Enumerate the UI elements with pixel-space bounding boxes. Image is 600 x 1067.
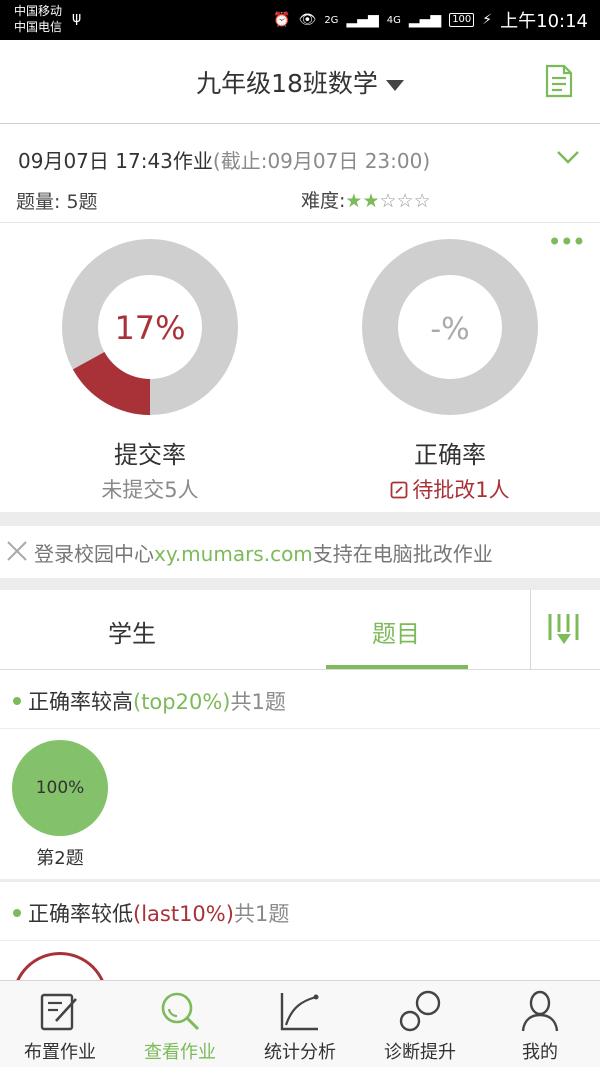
difficulty-stars: ★★☆☆☆ — [345, 190, 430, 212]
section-tag: (top20%) — [133, 690, 231, 714]
divider — [0, 578, 600, 590]
question-count: 题量: 5题 — [16, 191, 98, 213]
notice-prefix: 登录校园中心 — [34, 542, 154, 566]
accuracy-value: -% — [430, 312, 469, 347]
tab-students[interactable]: 学生 — [32, 614, 232, 649]
submit-rate-value: 17% — [114, 309, 185, 347]
star-filled-icon: ★ — [362, 190, 380, 212]
low-accuracy-header: 正确率较低(last10%)共1题 — [0, 883, 600, 941]
accuracy-label: 正确率 — [414, 441, 486, 469]
network-4g: 4G — [386, 14, 401, 26]
divider — [0, 512, 600, 526]
bullet-dot — [13, 697, 21, 705]
section-title-text: 正确率较高 — [28, 690, 133, 714]
section-count: 共1题 — [230, 690, 286, 714]
star-filled-icon: ★ — [345, 190, 363, 212]
section-title: 正确率较低(last10%)共1题 — [28, 898, 289, 928]
notice-text: 登录校园中心xy.mumars.com支持在电脑批改作业 — [34, 538, 493, 567]
divider — [0, 879, 600, 882]
edit-icon — [40, 993, 77, 1031]
tab-questions[interactable]: 题目 — [296, 614, 496, 649]
notice-suffix: 支持在电脑批改作业 — [312, 542, 493, 566]
network-2g: 2G — [324, 14, 339, 26]
status-icons: ⏰ 👁 2G ▂▄▆ 4G ▂▄▆ 100 ⚡ 上午10:14 — [273, 9, 588, 32]
section-title: 正确率较高(top20%)共1题 — [28, 686, 286, 716]
question-accuracy-circle[interactable]: 100% — [12, 740, 108, 836]
difficulty: 难度:★★☆☆☆ — [301, 186, 431, 213]
nav-label: 布置作业 — [24, 1042, 96, 1063]
nav-statistics[interactable]: 统计分析 — [240, 981, 360, 1067]
caret-down-icon — [385, 79, 404, 91]
nav-diagnose[interactable]: 诊断提升 — [360, 981, 480, 1067]
status-bar: 中国移动 中国电信 ψ ⏰ 👁 2G ▂▄▆ 4G ▂▄▆ 100 ⚡ 上午10… — [0, 0, 600, 40]
signal-icon: ▂▄▆ — [346, 12, 379, 28]
high-accuracy-header: 正确率较高(top20%)共1题 — [0, 671, 600, 729]
homework-info: 09月07日 17:43作业(截止:09月07日 23:00) 题量: 5题 难… — [0, 125, 600, 223]
difficulty-label: 难度: — [301, 190, 346, 212]
eye-icon: 👁 — [298, 12, 317, 28]
homework-datetime: 09月07日 17:43作业 — [18, 149, 213, 173]
notice-link[interactable]: xy.mumars.com — [154, 542, 313, 566]
app-header: 九年级18班数学 — [0, 40, 600, 124]
bullet-dot — [13, 909, 21, 917]
diagnose-icon — [399, 990, 441, 1032]
nav-profile[interactable]: 我的 — [480, 981, 600, 1067]
section-count: 共1题 — [233, 902, 290, 926]
edit-icon — [390, 481, 408, 499]
accuracy-donut: -% — [362, 239, 538, 415]
homework-deadline: (截止:09月07日 23:00) — [212, 149, 431, 173]
homework-time: 09月07日 17:43作业(截止:09月07日 23:00) — [18, 145, 430, 174]
star-empty-icon: ☆ — [379, 190, 397, 212]
stats-panel: ••• 17% 提交率 未提交5人 -% 正确率 待批改1人 — [0, 224, 600, 512]
pending-review[interactable]: 待批改1人 — [300, 474, 600, 504]
more-icon[interactable]: ••• — [548, 228, 586, 256]
close-icon[interactable] — [6, 540, 28, 562]
battery-icon: 100 — [449, 13, 475, 27]
nav-label: 我的 — [522, 1042, 558, 1063]
document-icon[interactable] — [544, 64, 574, 98]
sort-icon[interactable] — [545, 610, 583, 648]
nav-label: 诊断提升 — [384, 1042, 456, 1063]
unsubmitted-count[interactable]: 未提交5人 — [0, 474, 300, 504]
star-empty-icon: ☆ — [413, 190, 431, 212]
question-label: 第2题 — [36, 848, 84, 869]
signal-icon-2: ▂▄▆ — [408, 12, 442, 28]
carrier-info: 中国移动 中国电信 — [14, 3, 62, 35]
star-empty-icon: ☆ — [396, 190, 414, 212]
section-tag: (last10%) — [133, 902, 234, 926]
chevron-down-icon[interactable] — [556, 149, 580, 165]
carrier-1: 中国移动 — [14, 4, 63, 18]
nav-assign-homework[interactable]: 布置作业 — [0, 981, 120, 1067]
nav-view-homework[interactable]: 查看作业 — [120, 981, 240, 1067]
notice-bar: 登录校园中心xy.mumars.com支持在电脑批改作业 — [0, 526, 600, 578]
nav-label: 查看作业 — [144, 1042, 216, 1063]
charging-icon: ⚡ — [482, 12, 493, 28]
page-title: 九年级18班数学 — [196, 69, 378, 98]
submit-rate-donut: 17% — [62, 239, 238, 415]
nav-label: 统计分析 — [264, 1042, 336, 1063]
usb-icon: ψ — [72, 10, 82, 26]
section-title-text: 正确率较低 — [28, 902, 133, 926]
tab-bar: 学生 题目 — [0, 590, 600, 670]
active-tab-indicator — [326, 665, 468, 669]
carrier-2: 中国电信 — [14, 20, 63, 34]
clock: 上午10:14 — [500, 11, 588, 32]
bottom-nav: 布置作业 查看作业 统计分析 诊断提升 我的 — [0, 980, 600, 1067]
alarm-icon: ⏰ — [273, 12, 291, 28]
search-icon — [161, 992, 200, 1031]
pending-review-text: 待批改1人 — [412, 478, 510, 502]
class-selector[interactable]: 九年级18班数学 — [0, 64, 600, 100]
person-icon — [521, 990, 559, 1032]
chart-icon — [280, 993, 319, 1031]
submit-rate-label: 提交率 — [114, 441, 186, 469]
divider — [530, 590, 531, 670]
